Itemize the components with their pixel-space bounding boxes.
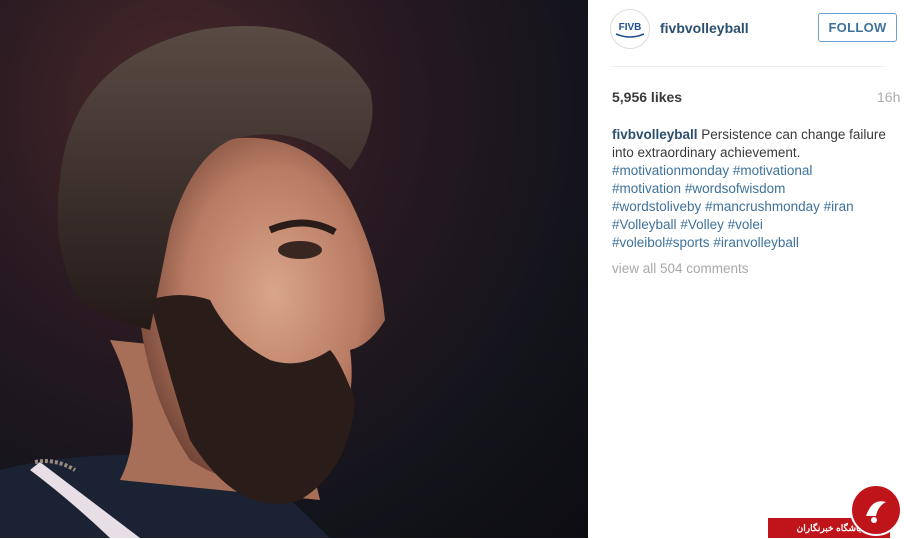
hashtag[interactable]: #wordstoliveby bbox=[612, 199, 701, 214]
hashtag[interactable]: #wordsofwisdom bbox=[685, 181, 786, 196]
hashtag[interactable]: #Volleyball bbox=[612, 217, 677, 232]
post-header: FIVB fivbvolleyball FOLLOW bbox=[610, 9, 904, 49]
post-photo[interactable] bbox=[0, 0, 588, 538]
view-all-comments-link[interactable]: view all 504 comments bbox=[612, 261, 749, 276]
header-divider bbox=[610, 66, 886, 67]
hashtag[interactable]: #voleibol#sports bbox=[612, 235, 710, 250]
hashtag[interactable]: #iran bbox=[824, 199, 854, 214]
hashtag[interactable]: #volei bbox=[728, 217, 763, 232]
watermark-badge: باشگاه خبرنگاران bbox=[768, 480, 904, 538]
player-portrait-illustration bbox=[0, 26, 385, 538]
follow-button[interactable]: FOLLOW bbox=[818, 13, 897, 42]
fivb-logo-icon: FIVB bbox=[615, 22, 645, 38]
post-caption: fivbvolleyball Persistence can change fa… bbox=[612, 126, 892, 252]
hashtag[interactable]: #motivationmonday bbox=[612, 163, 729, 178]
watermark-logo-icon bbox=[850, 484, 902, 536]
hashtag[interactable]: #motivational bbox=[733, 163, 813, 178]
post-sidebar: FIVB fivbvolleyball FOLLOW 5,956 likes 1… bbox=[588, 0, 904, 538]
account-username[interactable]: fivbvolleyball bbox=[660, 20, 749, 36]
hashtag[interactable]: #mancrushmonday bbox=[705, 199, 820, 214]
watermark-logo-glyph bbox=[866, 501, 886, 523]
post-timestamp: 16h bbox=[877, 89, 901, 105]
hashtag[interactable]: #motivation bbox=[612, 181, 681, 196]
caption-username[interactable]: fivbvolleyball bbox=[612, 127, 698, 142]
hashtag[interactable]: #iranvolleyball bbox=[713, 235, 799, 250]
likes-count[interactable]: 5,956 likes bbox=[612, 89, 682, 105]
account-avatar[interactable]: FIVB bbox=[610, 9, 650, 49]
fivb-logo-text: FIVB bbox=[619, 22, 642, 33]
hashtag[interactable]: #Volley bbox=[680, 217, 724, 232]
